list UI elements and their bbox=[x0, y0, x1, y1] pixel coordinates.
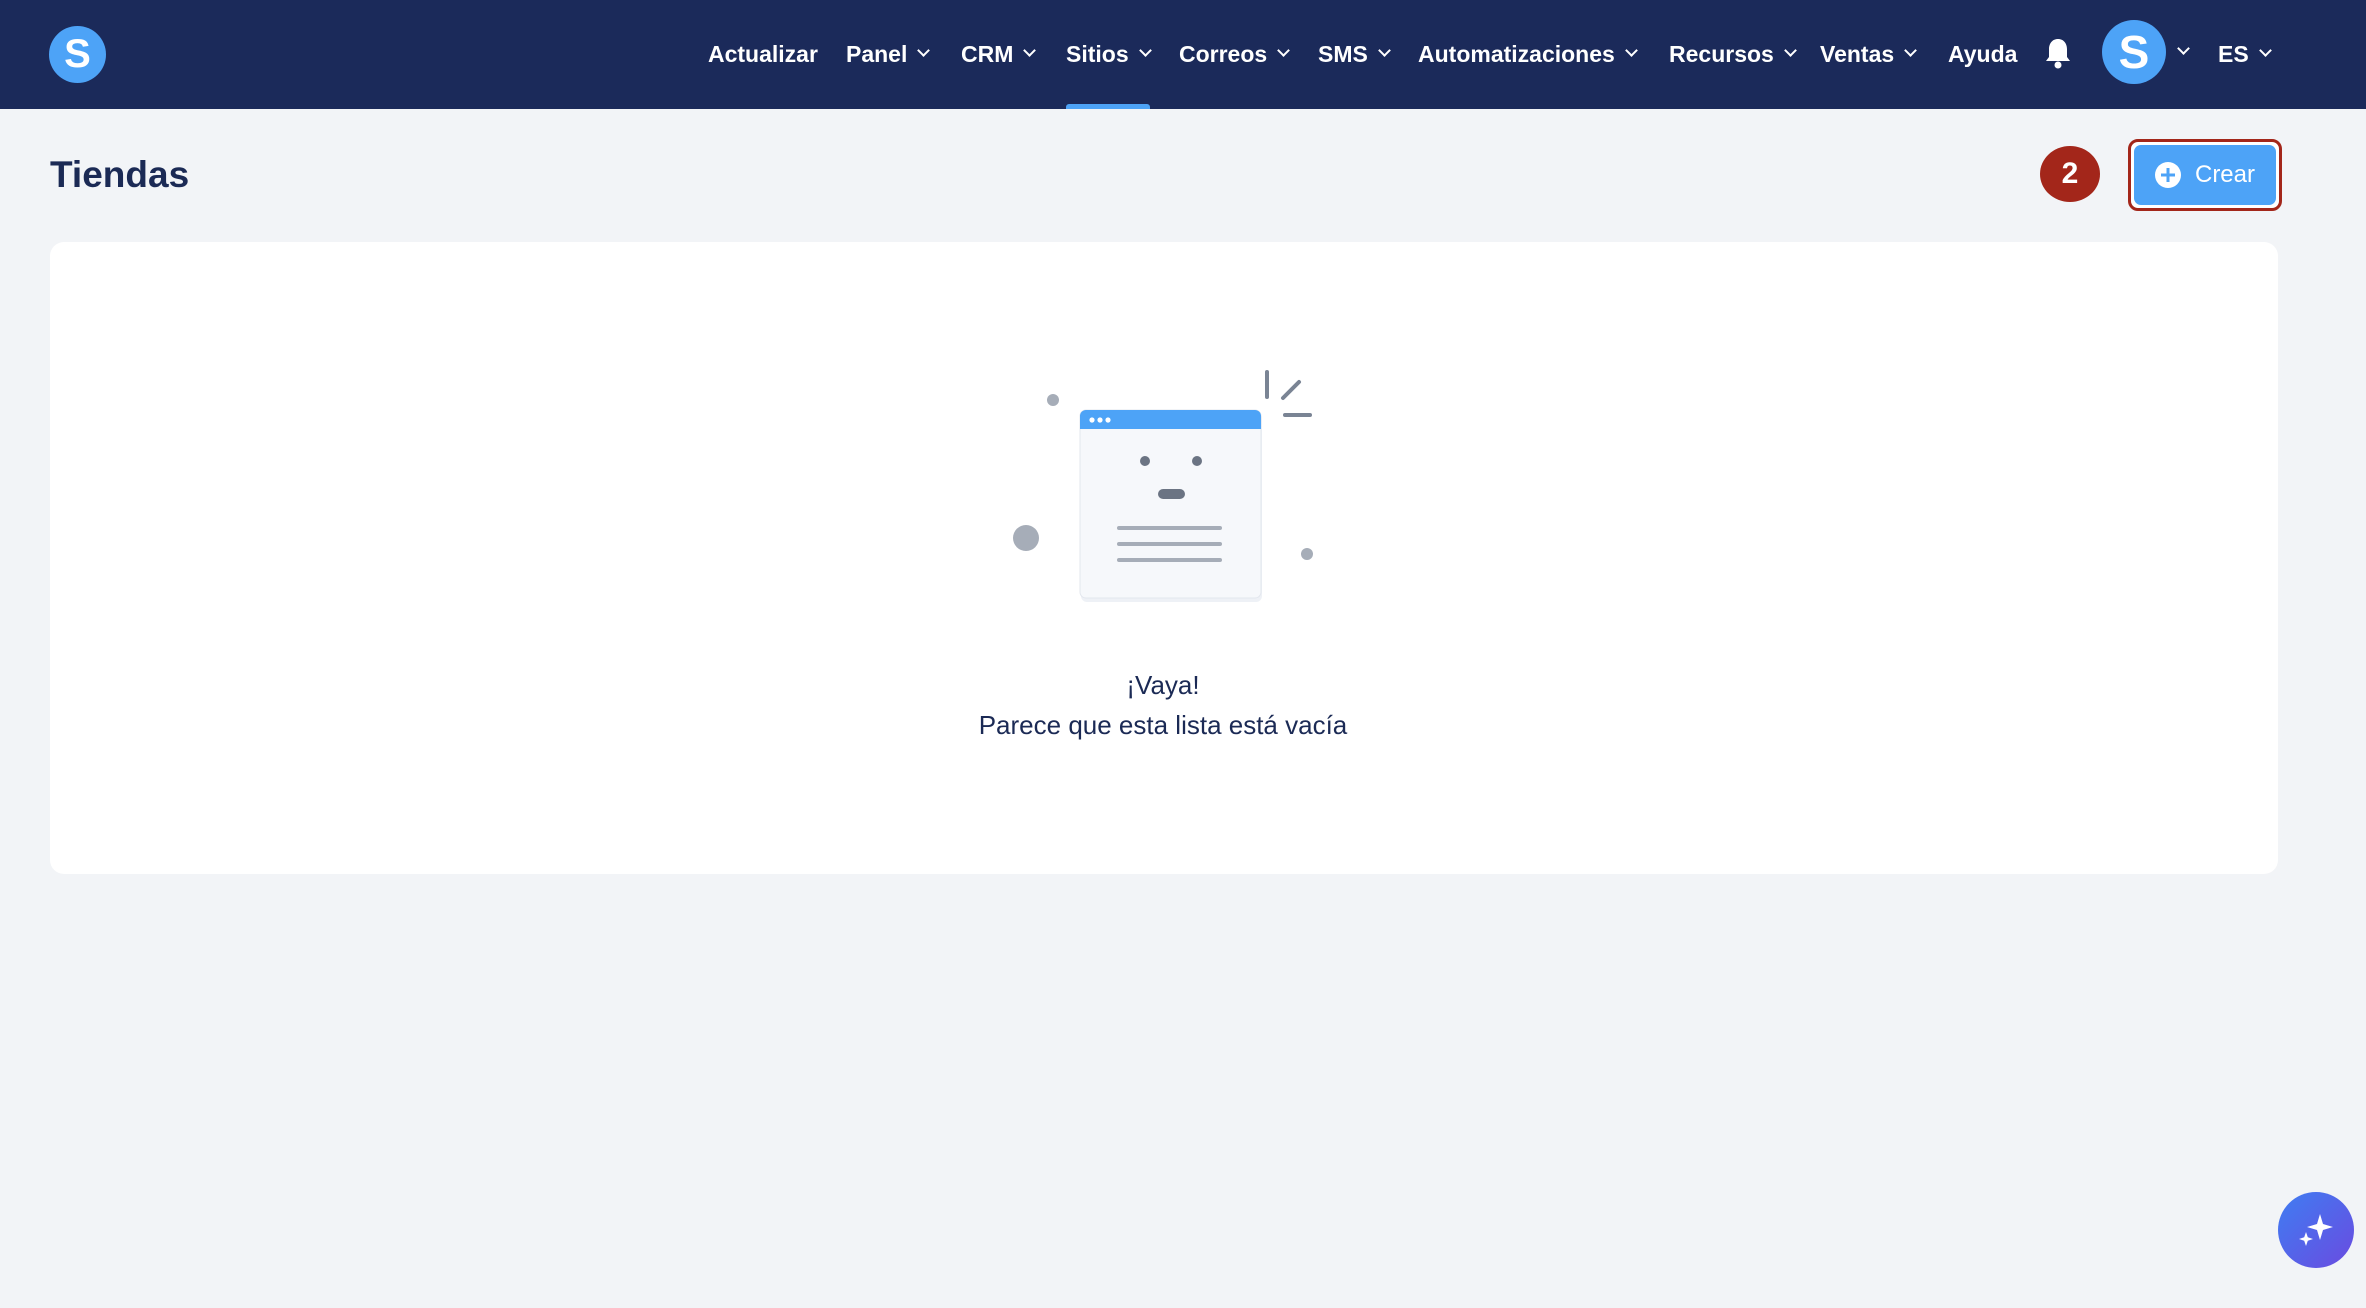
bell-icon[interactable] bbox=[2044, 36, 2072, 70]
nav-item-automatizaciones[interactable]: Automatizaciones bbox=[1418, 0, 1638, 109]
create-button-label: Crear bbox=[2194, 161, 2255, 188]
page-title: Tiendas bbox=[50, 154, 190, 195]
nav-item-panel[interactable]: Panel bbox=[846, 0, 931, 109]
ai-assistant-button[interactable] bbox=[2278, 1192, 2354, 1268]
language-selector[interactable]: ES bbox=[2218, 0, 2272, 109]
nav-item-correos[interactable]: Correos bbox=[1179, 0, 1291, 109]
chevron-down-icon bbox=[1138, 44, 1152, 57]
nav-item-label: Ventas bbox=[1820, 41, 1895, 67]
empty-state-title: ¡Vaya! bbox=[1126, 670, 1200, 700]
chevron-down-icon bbox=[1277, 44, 1291, 57]
nav-item-ayuda[interactable]: Ayuda bbox=[1948, 0, 2017, 109]
empty-state-subtitle: Parece que esta lista está vacía bbox=[978, 710, 1348, 740]
step-badge: 2 bbox=[2040, 146, 2100, 202]
chevron-down-icon bbox=[1624, 44, 1638, 57]
language-label: ES bbox=[2218, 41, 2249, 67]
nav-item-label: Sitios bbox=[1066, 41, 1129, 67]
user-avatar[interactable]: S bbox=[2102, 20, 2166, 84]
chevron-down-icon bbox=[917, 44, 931, 57]
empty-list-illustration-icon bbox=[1013, 370, 1313, 602]
top-navigation-bar: S Actualizar Panel CRM Sitios Correos SM… bbox=[0, 0, 2366, 109]
create-button-body[interactable]: Crear bbox=[2134, 145, 2276, 205]
nav-item-label: Recursos bbox=[1669, 41, 1774, 67]
chevron-down-icon bbox=[1377, 44, 1391, 57]
chevron-down-icon bbox=[1904, 44, 1918, 57]
nav-item-recursos[interactable]: Recursos bbox=[1669, 0, 1797, 109]
nav-item-ventas[interactable]: Ventas bbox=[1820, 0, 1918, 109]
chevron-down-icon bbox=[1023, 44, 1037, 57]
nav-item-label: CRM bbox=[961, 41, 1014, 67]
nav-item-label: Panel bbox=[846, 41, 908, 67]
sparkle-icon bbox=[2299, 1214, 2333, 1246]
chevron-down-icon bbox=[2258, 44, 2272, 57]
plus-circle-icon bbox=[2154, 162, 2181, 188]
nav-item-actualizar[interactable]: Actualizar bbox=[708, 0, 818, 109]
nav-item-label: Actualizar bbox=[708, 41, 818, 67]
chevron-down-icon bbox=[1783, 44, 1797, 57]
nav-item-crm[interactable]: CRM bbox=[961, 0, 1037, 109]
app-logo[interactable]: S bbox=[49, 26, 106, 83]
nav-item-sitios[interactable]: Sitios bbox=[1066, 0, 1152, 109]
nav-item-label: SMS bbox=[1318, 41, 1368, 67]
create-button[interactable]: Crear bbox=[2128, 139, 2282, 211]
nav-item-label: Automatizaciones bbox=[1418, 41, 1615, 67]
nav-item-label: Ayuda bbox=[1948, 41, 2018, 67]
nav-item-label: Correos bbox=[1179, 41, 1268, 67]
nav-item-sms[interactable]: SMS bbox=[1318, 0, 1391, 109]
chevron-down-icon[interactable] bbox=[2177, 42, 2190, 55]
